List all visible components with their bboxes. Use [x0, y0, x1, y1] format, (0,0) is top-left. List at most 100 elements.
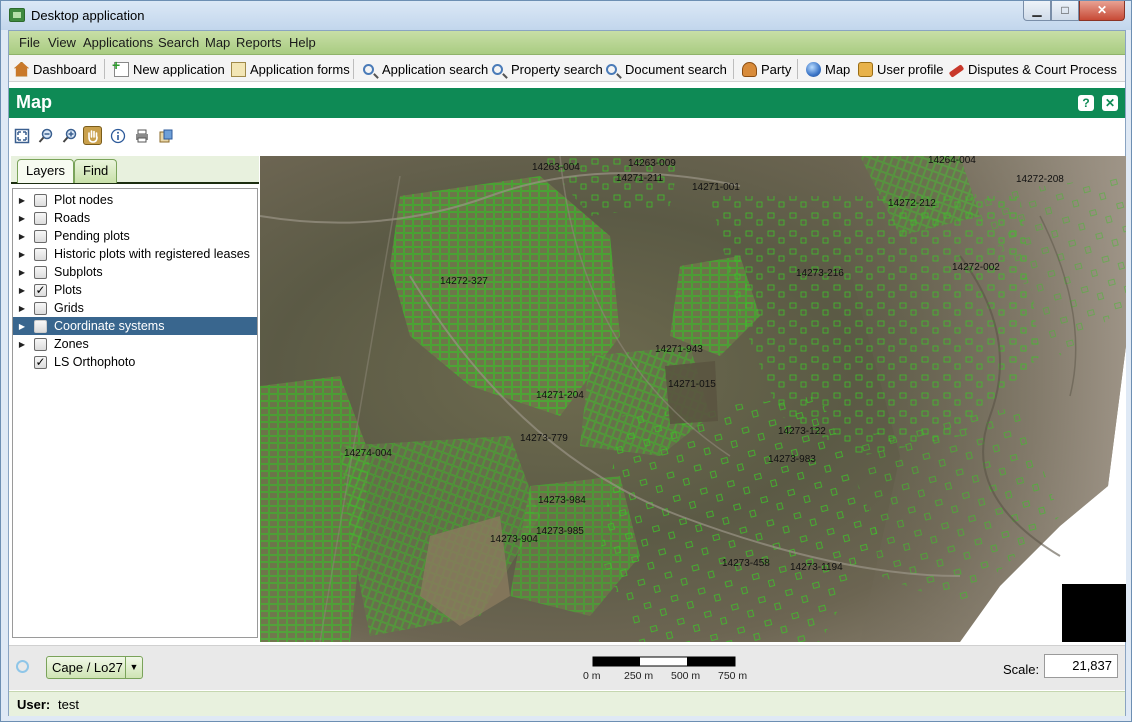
menu-file[interactable]: File — [19, 35, 40, 50]
scalebar-tick: 500 m — [671, 670, 701, 682]
plot-label: 14273-1194 — [790, 562, 843, 573]
layer-item[interactable]: ▶ Zones — [13, 335, 257, 353]
pan-button[interactable] — [83, 126, 102, 145]
menu-help[interactable]: Help — [289, 35, 316, 50]
user-label: User: — [17, 697, 51, 712]
menu-applications[interactable]: Applications — [83, 35, 153, 50]
app-window: Desktop application ▁ □ ✕ File View Appl… — [0, 0, 1132, 722]
layer-checkbox[interactable] — [34, 193, 47, 207]
layer-item[interactable]: ▶ Historic plots with registered leases — [13, 245, 257, 263]
expand-arrow-icon[interactable]: ▶ — [15, 322, 29, 331]
orthophoto-map[interactable]: 14263-004 14263-009 14271-211 14271-001 1426… — [260, 156, 1126, 642]
layer-item[interactable]: ▶ Grids — [13, 299, 257, 317]
dashboard-button[interactable]: Dashboard — [14, 59, 97, 79]
disputes-button[interactable]: Disputes & Court Process — [948, 59, 1117, 79]
zoom-out-icon — [38, 128, 52, 143]
print-button[interactable] — [132, 126, 151, 145]
full-extent-button[interactable] — [12, 126, 31, 145]
user-profile-button[interactable]: User profile — [858, 59, 943, 79]
search-icon — [606, 63, 617, 75]
map-toolbar — [9, 124, 409, 148]
plot-label: 14273-983 — [768, 454, 816, 465]
layer-item[interactable]: ▶ Subplots — [13, 263, 257, 281]
layer-checkbox[interactable] — [34, 301, 47, 315]
plot-label: 14263-009 — [628, 158, 676, 169]
map-panel-header: Map ? ✕ — [9, 88, 1125, 118]
scalebar — [592, 656, 736, 667]
menu-search[interactable]: Search — [158, 35, 199, 50]
close-window-button[interactable]: ✕ — [1079, 1, 1125, 21]
layer-checkbox[interactable] — [34, 337, 47, 351]
scale-input[interactable]: 21,837 — [1044, 654, 1118, 678]
forms-icon — [231, 61, 246, 77]
menu-reports[interactable]: Reports — [236, 35, 282, 50]
identify-button[interactable] — [108, 126, 127, 145]
expand-arrow-icon[interactable]: ▶ — [15, 250, 29, 259]
expand-arrow-icon[interactable]: ▶ — [15, 268, 29, 277]
layer-label: Zones — [54, 337, 89, 351]
title-bar[interactable]: Desktop application ▁ □ ✕ — [1, 1, 1131, 30]
layer-item[interactable]: ▶ Plot nodes — [13, 191, 257, 209]
layer-checkbox[interactable] — [34, 265, 47, 279]
map-button[interactable]: Map — [806, 59, 850, 79]
help-button[interactable]: ? — [1078, 95, 1094, 111]
tab-layers[interactable]: Layers — [17, 159, 75, 183]
zoom-in-icon — [62, 128, 76, 143]
side-panel-tabs: Layers Find — [11, 156, 259, 184]
minimize-button[interactable]: ▁ — [1023, 1, 1051, 21]
toolbar-separator — [797, 59, 798, 79]
zoom-in-button[interactable] — [60, 126, 79, 145]
menu-bar: File View Applications Search Map Report… — [9, 31, 1125, 55]
bare-land — [665, 361, 718, 424]
expand-arrow-icon[interactable]: ▶ — [15, 340, 29, 349]
party-button[interactable]: Party — [742, 59, 791, 79]
new-application-button[interactable]: New application — [112, 57, 225, 79]
window-title: Desktop application — [31, 8, 145, 23]
layer-item[interactable]: ▶ Roads — [13, 209, 257, 227]
application-forms-button[interactable]: Application forms — [231, 59, 350, 79]
export-button[interactable] — [156, 126, 175, 145]
maximize-button[interactable]: □ — [1051, 1, 1079, 21]
layer-checkbox[interactable]: ✓ — [34, 355, 47, 369]
menu-map[interactable]: Map — [205, 35, 230, 50]
chevron-down-icon[interactable]: ▼ — [125, 657, 142, 678]
plot-label: 14271-211 — [616, 173, 664, 184]
scalebar-tick: 750 m — [718, 670, 748, 682]
plot-label: 14273-216 — [796, 268, 844, 279]
zoom-out-button[interactable] — [36, 126, 55, 145]
layer-item[interactable]: ✓ LS Orthophoto — [13, 353, 257, 371]
expand-arrow-icon[interactable]: ▶ — [15, 304, 29, 313]
application-search-label: Application search — [382, 61, 489, 77]
plot-label: 14272-327 — [440, 276, 488, 287]
layer-checkbox[interactable] — [34, 247, 47, 261]
layer-checkbox[interactable] — [34, 319, 47, 333]
layer-checkbox[interactable]: ✓ — [34, 283, 47, 297]
plot-label: 14273-904 — [490, 534, 538, 545]
document-search-button[interactable]: Document search — [606, 59, 727, 79]
plot-label: 14264-004 — [928, 156, 976, 166]
layer-checkbox[interactable] — [34, 229, 47, 243]
scale-label: Scale: — [1003, 662, 1040, 677]
crs-dropdown[interactable]: Cape / Lo27 ▼ — [46, 656, 143, 679]
map-canvas[interactable]: 14263-004 14263-009 14271-211 14271-001 1426… — [260, 156, 1126, 642]
document-search-label: Document search — [625, 61, 727, 77]
expand-arrow-icon[interactable]: ▶ — [15, 286, 29, 295]
layer-item[interactable]: ▶ Pending plots — [13, 227, 257, 245]
main-toolbar: Dashboard New application Application fo… — [9, 55, 1125, 82]
property-search-button[interactable]: Property search — [492, 59, 603, 79]
layer-label: Coordinate systems — [54, 319, 165, 333]
expand-arrow-icon[interactable]: ▶ — [15, 196, 29, 205]
plot-label: 14273-458 — [722, 558, 770, 569]
expand-arrow-icon[interactable]: ▶ — [15, 232, 29, 241]
menu-view[interactable]: View — [48, 35, 76, 50]
hand-icon — [87, 129, 98, 143]
application-forms-label: Application forms — [250, 61, 350, 77]
close-panel-button[interactable]: ✕ — [1102, 95, 1118, 111]
expand-arrow-icon[interactable]: ▶ — [15, 214, 29, 223]
layer-checkbox[interactable] — [34, 211, 47, 225]
tab-find[interactable]: Find — [74, 159, 118, 183]
layer-item[interactable]: ▶ Coordinate systems — [13, 317, 257, 335]
application-search-button[interactable]: Application search — [363, 59, 488, 79]
layer-label: Pending plots — [54, 229, 130, 243]
layer-item[interactable]: ▶ ✓ Plots — [13, 281, 257, 299]
